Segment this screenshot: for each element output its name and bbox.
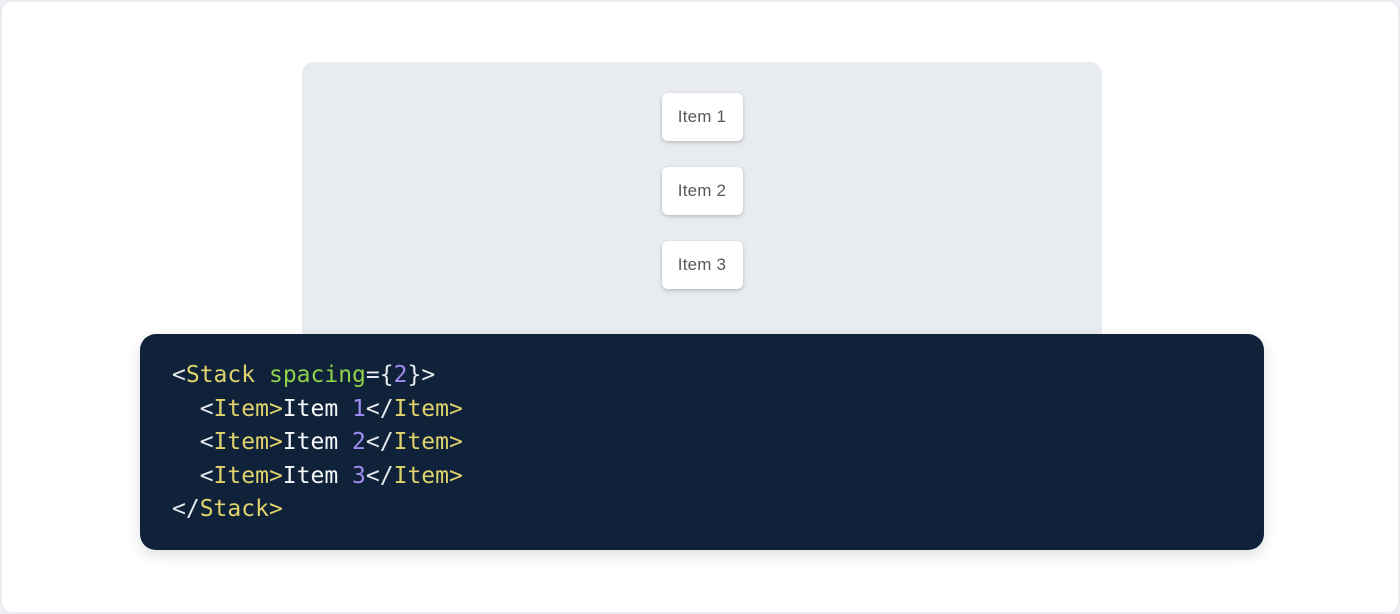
code-token-punct: <	[172, 362, 186, 388]
code-token-tag: >	[449, 396, 463, 422]
screenshot-canvas: Item 1 Item 2 Item 3 <Stack spacing={2}>…	[0, 0, 1400, 614]
code-token-punct: </	[366, 396, 394, 422]
code-line: <Item>Item 2</Item>	[172, 426, 1232, 460]
code-line: <Item>Item 3</Item>	[172, 460, 1232, 494]
stack-item-2: Item 2	[662, 167, 743, 215]
code-token-tag: Item	[394, 429, 449, 455]
code-token-text: Item	[283, 396, 352, 422]
code-token-attr: spacing	[269, 362, 366, 388]
code-token-tag: >	[269, 396, 283, 422]
stack-item-2-label: Item 2	[678, 181, 726, 201]
code-token-punct: ={	[366, 362, 394, 388]
code-token-punct: </	[172, 496, 200, 522]
code-content: <Stack spacing={2}> <Item>Item 1</Item> …	[172, 359, 1232, 527]
code-token-punct: <	[172, 429, 214, 455]
code-token-num: 3	[352, 463, 366, 489]
code-token-num: 1	[352, 396, 366, 422]
stack-item-3: Item 3	[662, 241, 743, 289]
stack-item-3-label: Item 3	[678, 255, 726, 275]
code-token-punct: </	[366, 463, 394, 489]
code-token-tag: >	[449, 463, 463, 489]
code-token-punct: <	[172, 396, 214, 422]
code-token-punct: <	[172, 463, 214, 489]
code-token-tag: Item	[394, 463, 449, 489]
demo-preview-area: Item 1 Item 2 Item 3	[302, 62, 1102, 342]
code-token-punct: </	[366, 429, 394, 455]
code-token-tag: Stack	[200, 496, 269, 522]
code-token-tag: Item	[214, 396, 269, 422]
code-token-num: 2	[394, 362, 408, 388]
code-token-tag: Item	[214, 463, 269, 489]
code-token-text: Item	[283, 463, 352, 489]
code-token-tag: Item	[214, 429, 269, 455]
code-token-tag: >	[449, 429, 463, 455]
code-block: <Stack spacing={2}> <Item>Item 1</Item> …	[140, 334, 1264, 550]
code-token-punct	[255, 362, 269, 388]
code-token-tag: >	[269, 429, 283, 455]
stack-item-1-label: Item 1	[678, 107, 726, 127]
code-token-text: Item	[283, 429, 352, 455]
page-card: Item 1 Item 2 Item 3 <Stack spacing={2}>…	[0, 0, 1400, 614]
code-line: <Stack spacing={2}>	[172, 359, 1232, 393]
stack-item-1: Item 1	[662, 93, 743, 141]
code-token-tag: >	[269, 463, 283, 489]
code-token-punct: }>	[407, 362, 435, 388]
stack-demo: Item 1 Item 2 Item 3	[302, 62, 1102, 289]
code-token-tag: >	[269, 496, 283, 522]
code-token-tag: Item	[394, 396, 449, 422]
code-token-num: 2	[352, 429, 366, 455]
code-line: </Stack>	[172, 493, 1232, 527]
code-line: <Item>Item 1</Item>	[172, 393, 1232, 427]
code-token-tag: Stack	[186, 362, 255, 388]
